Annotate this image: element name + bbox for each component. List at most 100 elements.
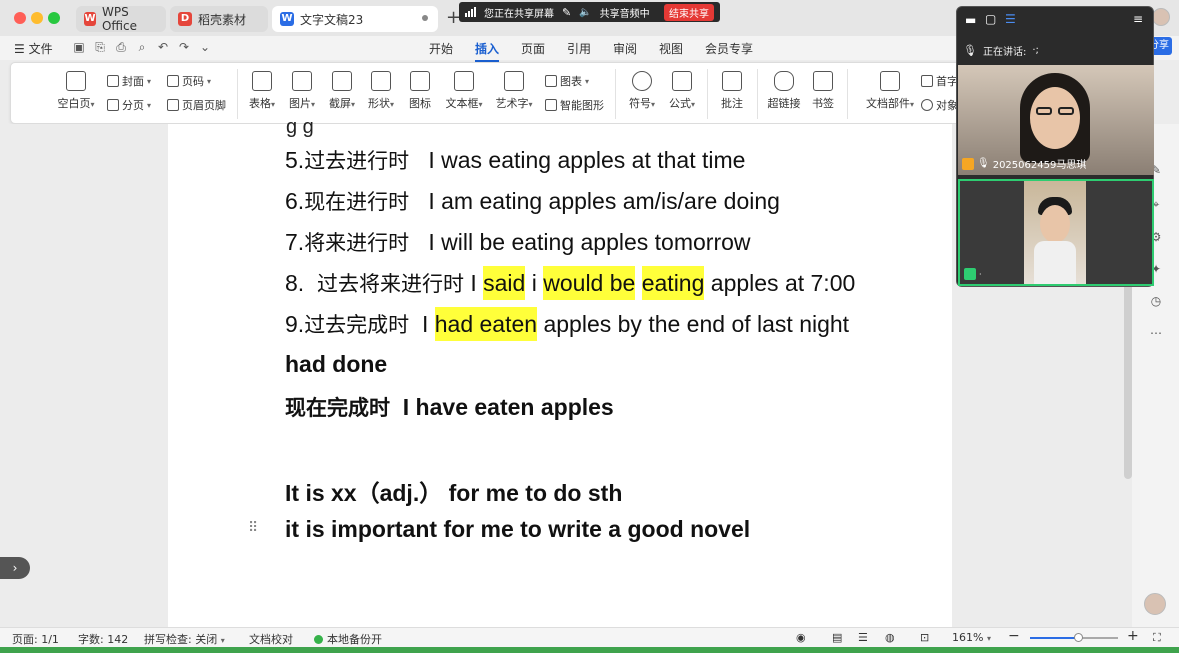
comment-label: 批注 [721,97,743,110]
tab-daoke[interactable]: D 稻壳素材 [170,6,268,32]
tab-review[interactable]: 审阅 [613,40,637,57]
redo-icon[interactable]: ↷ [177,40,191,54]
wordart-button[interactable]: 艺术字▾ [491,71,537,111]
undo-icon[interactable]: ↶ [156,40,170,54]
menu-icon[interactable]: ≡ [1133,12,1143,26]
formula-icon [672,71,692,91]
minimize-window-button[interactable] [31,12,43,24]
insert-ribbon: 空白页▾ 封面 ▾ 分页 ▾ 页码 ▾ 页眉页脚 表格▾ 图片▾ 截屏▾ 形状▾ 图标 [10,62,985,124]
gallery-view-icon[interactable]: ☰ [1005,12,1016,26]
screen-share-bar: 您正在共享屏幕 ✎ 🔈 共享音频中 结束共享 [459,2,720,22]
backup-label: 本地备份开 [327,633,382,646]
smart-graphic-button[interactable]: 智能图形 [545,97,604,113]
tab-member[interactable]: 会员专享 [705,40,753,57]
more-dots-icon[interactable]: ⋯ [1149,326,1163,340]
example-sentence: it is important for me to write a good n… [285,516,751,542]
window-icon[interactable]: ▢ [985,12,996,26]
tense-name: 现在完成时 [285,395,390,420]
blank-page-icon [66,71,86,91]
app-window: W WPS Office D 稻壳素材 W 文字文稿23 + 您正在共享屏幕 ✎… [0,0,1179,653]
tab-page[interactable]: 页面 [521,40,545,57]
symbol-icon [632,71,652,91]
spellcheck-toggle[interactable]: 拼写检查: 关闭 ▾ [144,631,225,647]
header-footer-button[interactable]: 页眉页脚 [167,97,226,113]
end-share-button[interactable]: 结束共享 [664,3,714,21]
header-footer-icon [167,99,179,111]
doc-line-7[interactable]: 7.将来进行时 I will be eating apples tomorrow [285,227,751,257]
minimize-icon[interactable]: ▬ [965,13,976,27]
annotate-icon[interactable]: ✎ [562,6,571,19]
tab-home[interactable]: 开始 [429,40,453,57]
eye-icon[interactable]: ◉ [796,631,806,644]
file-menu-label: 文件 [28,42,53,56]
picture-icon [292,71,312,91]
fit-page-icon[interactable]: ⊡ [920,631,929,644]
writer-doc-icon: W [280,12,294,26]
doc-line-9[interactable]: 9.过去完成时 I had eaten apples by the end of… [285,307,849,341]
assistant-avatar[interactable] [1144,593,1166,615]
backup-status[interactable]: 本地备份开 [314,631,382,647]
participant-video-1[interactable]: 🎙 2025062459马思琪 [958,65,1154,175]
tab-wps-office[interactable]: W WPS Office [76,5,166,33]
blank-page-button[interactable]: 空白页▾ [53,71,99,111]
fullscreen-icon[interactable]: ⛶ [1153,631,1161,645]
zoom-level[interactable]: 161% ▾ [952,631,991,644]
section-break-label: 分页 [122,99,144,112]
print-icon[interactable]: ⎙ [114,40,128,54]
doc-line-5[interactable]: 5.过去进行时 I was eating apples at that time [285,145,745,175]
tab-view[interactable]: 视图 [659,40,683,57]
zoom-slider[interactable] [1030,633,1118,642]
textbox-button[interactable]: 文本框▾ [441,71,487,111]
backup-ok-icon [314,635,323,644]
chart-button[interactable]: 图表 ▾ [545,73,589,89]
cover-label: 封面 [122,75,144,88]
textbox-label: 文本框 [445,97,479,110]
zoom-window-button[interactable] [48,12,60,24]
doc-line-example[interactable]: it is important for me to write a good n… [285,516,750,543]
doc-line-had-done[interactable]: had done [285,351,387,378]
object-button[interactable]: 对象 [921,97,958,113]
cover-button[interactable]: 封面 ▾ [107,73,151,89]
formula-button[interactable]: 公式▾ [659,71,705,111]
hyperlink-label: 超链接 [767,97,801,110]
bookmark-button[interactable]: 书签 [800,71,846,111]
proofread-button[interactable]: 文档校对 [249,631,293,647]
outline-view-icon[interactable]: ☰ [858,631,868,644]
doc-line-8[interactable]: 8. 过去将来进行时 I said i would be eating appl… [285,266,855,300]
doc-line-it-is[interactable]: It is xx（adj.） for me to do sth [285,474,622,508]
export-icon[interactable]: ⎘ [93,40,107,54]
more-icon[interactable]: ⌄ [198,40,212,54]
page-number-button[interactable]: 页码 ▾ [167,73,211,89]
page-indicator[interactable]: 页面: 1/1 [12,631,59,647]
doc-line-6[interactable]: 6.现在进行时 I am eating apples am/is/are doi… [285,186,780,216]
smart-graphic-label: 智能图形 [560,99,604,112]
wordart-label: 艺术字 [495,97,529,110]
tab-document[interactable]: W 文字文稿23 [272,6,438,32]
smart-graphic-icon [545,99,557,111]
zoom-slider-handle[interactable] [1074,633,1084,642]
history-icon[interactable]: ◷ [1149,294,1163,308]
zoom-in-button[interactable]: + [1127,628,1139,644]
save-icon[interactable]: ▣ [72,40,86,54]
participant-video-2[interactable]: · [958,179,1154,286]
drag-handle-icon[interactable]: ⠿ [248,520,258,536]
doc-parts-button[interactable]: 文档部件▾ [861,71,919,111]
zoom-slider-fill [1030,637,1079,639]
doc-line-present-perfect[interactable]: 现在完成时 I have eaten apples [285,392,614,422]
tab-insert[interactable]: 插入 [475,40,500,62]
tense-name: 将来进行时 [304,231,410,255]
preview-icon[interactable]: ⌕ [135,40,149,54]
expand-arrow-icon[interactable]: › [0,557,30,579]
icons-button[interactable]: 图标 [397,71,443,111]
comment-button[interactable]: 批注 [709,71,755,111]
speaking-indicator: 🎙 正在讲话: ·; [963,43,1039,58]
word-count[interactable]: 字数: 142 [78,631,128,647]
close-window-button[interactable] [14,12,26,24]
web-view-icon[interactable]: ◍ [885,631,895,644]
page-view-icon[interactable]: ▤ [832,631,842,644]
section-break-button[interactable]: 分页 ▾ [107,97,151,113]
file-menu[interactable]: ☰ 文件 [14,40,53,57]
tab-references[interactable]: 引用 [567,40,591,57]
zoom-out-button[interactable]: − [1008,628,1020,644]
dropcap-button[interactable]: 首字 [921,73,958,89]
